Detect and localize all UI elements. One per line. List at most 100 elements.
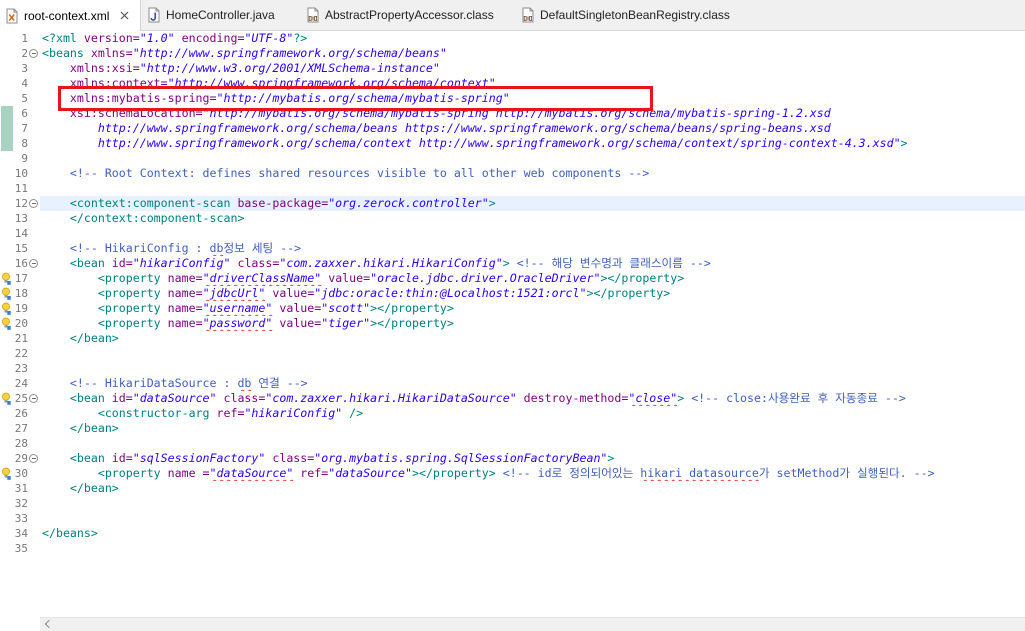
code-text[interactable]: <?xml version="1.0" encoding="UTF-8"?> xyxy=(40,31,1025,46)
code-line[interactable]: 13 </context:component-scan> xyxy=(0,211,1025,226)
code-text[interactable]: <context:component-scan base-package="or… xyxy=(40,196,1025,211)
code-line[interactable]: 1 <?xml version="1.0" encoding="UTF-8"?> xyxy=(0,31,1025,46)
code-text[interactable] xyxy=(40,436,1025,451)
code-text[interactable] xyxy=(40,346,1025,361)
tab-defaultsingletonbeanregistry-class[interactable]: DefaultSingletonBeanRegistry.class xyxy=(516,0,752,30)
code-text[interactable]: </bean> xyxy=(40,481,1025,496)
xml-source-editor[interactable]: 1 <?xml version="1.0" encoding="UTF-8"?> 2… xyxy=(0,31,1025,617)
code-line[interactable]: 29 <bean id="sqlSessionFactory" class="o… xyxy=(0,451,1025,466)
horizontal-scrollbar[interactable] xyxy=(40,617,1025,631)
line-number: 19 xyxy=(14,302,28,315)
fold-collapse-icon[interactable] xyxy=(29,199,38,208)
code-line[interactable]: 7 http://www.springframework.org/schema/… xyxy=(0,121,1025,136)
code-text[interactable]: http://www.springframework.org/schema/co… xyxy=(40,136,1025,151)
code-text[interactable]: <property name="username" value="scott">… xyxy=(40,301,1025,316)
line-number: 25 xyxy=(14,392,28,405)
code-token-value: "close" xyxy=(628,391,678,405)
code-text[interactable]: </bean> xyxy=(40,331,1025,346)
tab-root-context-xml[interactable]: root-context.xml xyxy=(0,0,141,31)
code-line[interactable]: 22 xyxy=(0,346,1025,361)
code-line[interactable]: 32 xyxy=(0,496,1025,511)
code-token-comment: <!-- 해당 변수명과 클래스이름 --> xyxy=(509,256,711,270)
code-line[interactable]: 31 </bean> xyxy=(0,481,1025,496)
code-line[interactable]: 12 <context:component-scan base-package=… xyxy=(0,196,1025,211)
code-line[interactable]: 14 xyxy=(0,226,1025,241)
code-text[interactable]: </context:component-scan> xyxy=(40,211,1025,226)
code-line[interactable]: 35 xyxy=(0,541,1025,556)
code-text[interactable]: http://www.springframework.org/schema/be… xyxy=(40,121,1025,136)
code-line[interactable]: 6 xsi:schemaLocation="http://mybatis.org… xyxy=(0,106,1025,121)
line-number: 7 xyxy=(21,122,28,135)
code-text[interactable]: <!-- HikariDataSource : db 연결 --> xyxy=(40,376,1025,391)
code-text[interactable]: <property name ="dataSource" ref="dataSo… xyxy=(40,466,1025,481)
code-text[interactable]: <bean id="dataSource" class="com.zaxxer.… xyxy=(40,391,1025,406)
code-line[interactable]: 3 xmlns:xsi="http://www.w3.org/2001/XMLS… xyxy=(0,61,1025,76)
code-line[interactable]: 8 http://www.springframework.org/schema/… xyxy=(0,136,1025,151)
code-line[interactable]: 30 <property name ="dataSource" ref="dat… xyxy=(0,466,1025,481)
code-text[interactable]: xmlns:mybatis-spring="http://mybatis.org… xyxy=(40,91,1025,106)
code-text[interactable]: <property name="driverClassName" value="… xyxy=(40,271,1025,286)
code-line[interactable]: 27 </bean> xyxy=(0,421,1025,436)
code-token-tag: <beans xyxy=(42,46,84,60)
code-text[interactable] xyxy=(40,226,1025,241)
code-text[interactable] xyxy=(40,541,1025,556)
code-line[interactable]: 21 </bean> xyxy=(0,331,1025,346)
line-number: 23 xyxy=(14,362,28,375)
code-line[interactable]: 5 xmlns:mybatis-spring="http://mybatis.o… xyxy=(0,91,1025,106)
code-line[interactable]: 10 <!-- Root Context: defines shared res… xyxy=(0,166,1025,181)
close-icon[interactable] xyxy=(120,11,129,20)
code-text[interactable]: <constructor-arg ref="hikariConfig" /> xyxy=(40,406,1025,421)
code-text[interactable]: xsi:schemaLocation="http://mybatis.org/s… xyxy=(40,106,1025,121)
code-text[interactable]: </bean> xyxy=(40,421,1025,436)
code-line[interactable]: 4 xmlns:context="http://www.springframew… xyxy=(0,76,1025,91)
code-text[interactable]: <bean id="hikariConfig" class="com.zaxxe… xyxy=(40,256,1025,271)
code-line[interactable]: 2 <beans xmlns="http://www.springframewor… xyxy=(0,46,1025,61)
code-line[interactable]: 19 <property name="username" value="scot… xyxy=(0,301,1025,316)
code-line[interactable]: 34 </beans> xyxy=(0,526,1025,541)
code-text[interactable] xyxy=(40,511,1025,526)
fold-collapse-icon[interactable] xyxy=(29,454,38,463)
code-line[interactable]: 24 <!-- HikariDataSource : db 연결 --> xyxy=(0,376,1025,391)
xml-file-icon xyxy=(6,8,18,23)
code-text[interactable]: <beans xmlns="http://www.springframework… xyxy=(40,46,1025,61)
code-line[interactable]: 15 <!-- HikariConfig : db정보 세팅 --> xyxy=(0,241,1025,256)
code-line[interactable]: 20 <property name="password" value="tige… xyxy=(0,316,1025,331)
code-line[interactable]: 28 xyxy=(0,436,1025,451)
chevron-left-icon[interactable] xyxy=(44,619,54,629)
fold-collapse-icon[interactable] xyxy=(29,49,38,58)
line-number: 31 xyxy=(14,482,28,495)
code-token-tag: <bean xyxy=(42,256,105,270)
code-text[interactable] xyxy=(40,361,1025,376)
code-text[interactable]: <!-- Root Context: defines shared resour… xyxy=(40,166,1025,181)
code-line[interactable]: 18 <property name="jdbcUrl" value="jdbc:… xyxy=(0,286,1025,301)
fold-collapse-icon[interactable] xyxy=(29,259,38,268)
code-line[interactable]: 9 xyxy=(0,151,1025,166)
fold-collapse-icon[interactable] xyxy=(29,394,38,403)
code-text[interactable]: xmlns:xsi="http://www.w3.org/2001/XMLSch… xyxy=(40,61,1025,76)
code-text[interactable] xyxy=(40,151,1025,166)
code-text[interactable]: <bean id="sqlSessionFactory" class="org.… xyxy=(40,451,1025,466)
tab-homecontroller-java[interactable]: HomeController.java xyxy=(143,0,298,30)
code-token-value: "org.zerock.controller" xyxy=(328,196,489,210)
code-text[interactable]: <property name="jdbcUrl" value="jdbc:ora… xyxy=(40,286,1025,301)
tab-abstractpropertyaccessor-class[interactable]: AbstractPropertyAccessor.class xyxy=(301,0,513,30)
code-line[interactable]: 11 xyxy=(0,181,1025,196)
code-line[interactable]: 26 <constructor-arg ref="hikariConfig" /… xyxy=(0,406,1025,421)
code-token-attr: xmlns:mybatis-spring= xyxy=(42,91,217,105)
code-text[interactable]: <!-- HikariConfig : db정보 세팅 --> xyxy=(40,241,1025,256)
line-number: 9 xyxy=(21,152,28,165)
code-line[interactable]: 16 <bean id="hikariConfig" class="com.za… xyxy=(0,256,1025,271)
code-token-value: http://www.springframework.org/schema/be… xyxy=(42,121,831,135)
code-text[interactable] xyxy=(40,496,1025,511)
code-text[interactable]: <property name="password" value="tiger">… xyxy=(40,316,1025,331)
code-line[interactable]: 23 xyxy=(0,361,1025,376)
code-text[interactable] xyxy=(40,181,1025,196)
code-line[interactable]: 33 xyxy=(0,511,1025,526)
code-text[interactable]: </beans> xyxy=(40,526,1025,541)
line-number: 18 xyxy=(14,287,28,300)
code-line[interactable]: 17 <property name="driverClassName" valu… xyxy=(0,271,1025,286)
code-line[interactable]: 25 <bean id="dataSource" class="com.zaxx… xyxy=(0,391,1025,406)
code-token-tag: </bean> xyxy=(42,481,119,495)
code-token-tag: > xyxy=(502,256,510,270)
code-text[interactable]: xmlns:context="http://www.springframewor… xyxy=(40,76,1025,91)
